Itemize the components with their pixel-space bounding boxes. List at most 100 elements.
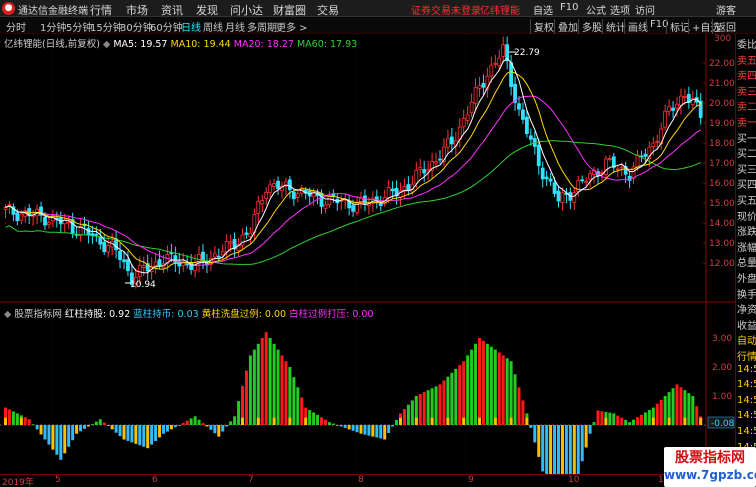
- indicator-bar-negative: [221, 425, 225, 432]
- blue-bar-label: 蓝柱持币: 0.03: [133, 309, 199, 320]
- high-price-label: 22.79: [514, 48, 540, 58]
- nav-favorites[interactable]: 自选: [533, 2, 553, 17]
- candle-up: [445, 138, 450, 148]
- current-value-label: -0.08: [711, 419, 735, 429]
- nav-f10[interactable]: F10: [560, 2, 578, 13]
- indicator-toggle-icon[interactable]: ◆: [4, 309, 11, 320]
- side-panel-item: 14:56: [737, 410, 756, 422]
- indicator-bar-negative: [162, 425, 165, 434]
- indicator-bar-negative: [205, 425, 209, 427]
- indicator-bar-positive: [521, 400, 525, 425]
- ma5-label: MA5: 19.57: [113, 39, 168, 50]
- multi-stock-button[interactable]: 多股: [578, 19, 602, 34]
- month-tick: 9: [468, 475, 474, 485]
- candle-up: [264, 191, 269, 199]
- candle-up: [66, 221, 71, 224]
- period-15min[interactable]: 15分钟: [90, 19, 123, 34]
- menu-discover[interactable]: 发现: [196, 2, 218, 18]
- indicator-bar-yellow: [414, 417, 418, 425]
- indicator-bar-negative: [126, 425, 130, 441]
- menu-market[interactable]: 市场: [126, 2, 148, 18]
- menu-trade[interactable]: 交易: [317, 2, 339, 18]
- candle-up: [473, 86, 478, 104]
- candle-up: [434, 161, 438, 164]
- user-guest[interactable]: 游客: [716, 2, 736, 17]
- period-multi[interactable]: 多周期: [247, 19, 277, 34]
- login-alert[interactable]: 证券交易未登录: [411, 2, 481, 17]
- indicator-y-axis: 3.002.001.00-1.00-2.00: [0, 334, 735, 460]
- indicator-bar-positive: [691, 396, 695, 425]
- indicator-bar-positive: [11, 411, 15, 425]
- indicator-bar-positive: [517, 387, 521, 425]
- indicator-bar-negative: [363, 425, 367, 435]
- candle-down: [15, 212, 20, 222]
- ma-legend: 亿纬锂能(日线,前复权) ◆ MA5: 19.57 MA10: 19.44 MA…: [4, 36, 357, 50]
- adjust-button[interactable]: 复权: [530, 19, 554, 34]
- indicator-bar-yellow: [430, 417, 434, 425]
- indicator-bar-positive: [454, 368, 458, 425]
- side-panel-item: 卖二: [737, 102, 756, 114]
- candle-up: [651, 142, 656, 147]
- period-daily[interactable]: 日线: [181, 19, 201, 34]
- indicator-bar-negative: [351, 425, 355, 431]
- chart-canvas[interactable]: 22.00 21.00 20.00 19.00 18.00 17.00 16.00 15.00…: [0, 34, 735, 474]
- indicator-bar-negative: [67, 425, 71, 447]
- menu-ask[interactable]: 问小达: [230, 2, 263, 18]
- indicator-bar-positive: [320, 417, 323, 425]
- indicator-bar-negative: [71, 425, 75, 441]
- candle-up: [560, 192, 565, 204]
- indicator-bar-positive: [620, 417, 624, 425]
- ma-toggle-icon[interactable]: ◆: [103, 39, 110, 50]
- indicator-bar-yellow: [4, 417, 7, 425]
- indicator-bar-yellow: [478, 417, 481, 425]
- period-monthly[interactable]: 月线: [225, 19, 245, 34]
- menu-quotes[interactable]: 行情: [90, 2, 112, 18]
- nav-options[interactable]: 选项: [610, 2, 630, 17]
- candle-up: [106, 245, 111, 253]
- nav-formula[interactable]: 公式: [586, 2, 606, 17]
- indicator-bar-positive: [280, 355, 284, 425]
- indicator-bar-negative: [367, 425, 371, 436]
- period-1min[interactable]: 1分钟: [40, 19, 66, 34]
- magenta-bar-label: 白柱过例打压: 0.00: [289, 309, 374, 320]
- side-panel-item: 涨幅: [737, 242, 756, 254]
- nav-visit[interactable]: 访问: [635, 2, 655, 17]
- indicator-bar-negative: [371, 425, 375, 437]
- candle-down: [126, 259, 130, 272]
- side-panel-item: 买四: [737, 180, 756, 192]
- candle-up: [141, 265, 146, 268]
- back-button[interactable]: 返回: [712, 19, 736, 34]
- candle-down: [481, 82, 486, 88]
- indicator-bar-positive: [15, 413, 19, 425]
- overlay-button[interactable]: 叠加: [554, 19, 578, 34]
- period-30min[interactable]: 30分钟: [120, 19, 153, 34]
- menu-wealth[interactable]: 财富圈: [273, 2, 306, 18]
- candle-down: [422, 169, 427, 174]
- stats-button[interactable]: 统计: [602, 19, 626, 34]
- indicator-bar-negative: [142, 425, 146, 447]
- indicator-name[interactable]: 股票指标网: [14, 309, 62, 320]
- candle-up: [572, 192, 577, 203]
- period-5min[interactable]: 5分钟: [66, 19, 92, 34]
- menu-news[interactable]: 资讯: [161, 2, 183, 18]
- indicator-bar-positive: [256, 343, 260, 425]
- candle-up: [228, 241, 233, 244]
- period-more[interactable]: 更多 >: [276, 19, 308, 34]
- period-weekly[interactable]: 周线: [203, 19, 223, 34]
- indicator-bar-negative: [343, 425, 347, 428]
- period-60min[interactable]: 60分钟: [150, 19, 183, 34]
- indicator-bar-negative: [169, 425, 173, 430]
- indicator-bar-positive: [655, 403, 659, 425]
- indicator-bar-positive: [335, 425, 339, 426]
- month-tick: 6: [152, 475, 158, 485]
- indicator-bar-negative: [146, 425, 150, 449]
- indicator-bar-negative: [541, 425, 545, 472]
- mark-button[interactable]: 标记: [666, 19, 690, 34]
- indicator-bar-positive: [308, 410, 312, 425]
- draw-button[interactable]: 画线: [624, 19, 648, 34]
- indicator-bar-yellow: [19, 417, 23, 425]
- candle-down: [509, 62, 514, 87]
- indicator-bar-positive: [481, 340, 485, 425]
- period-tick[interactable]: 分时: [6, 19, 26, 34]
- indicator-bar-negative: [576, 425, 580, 474]
